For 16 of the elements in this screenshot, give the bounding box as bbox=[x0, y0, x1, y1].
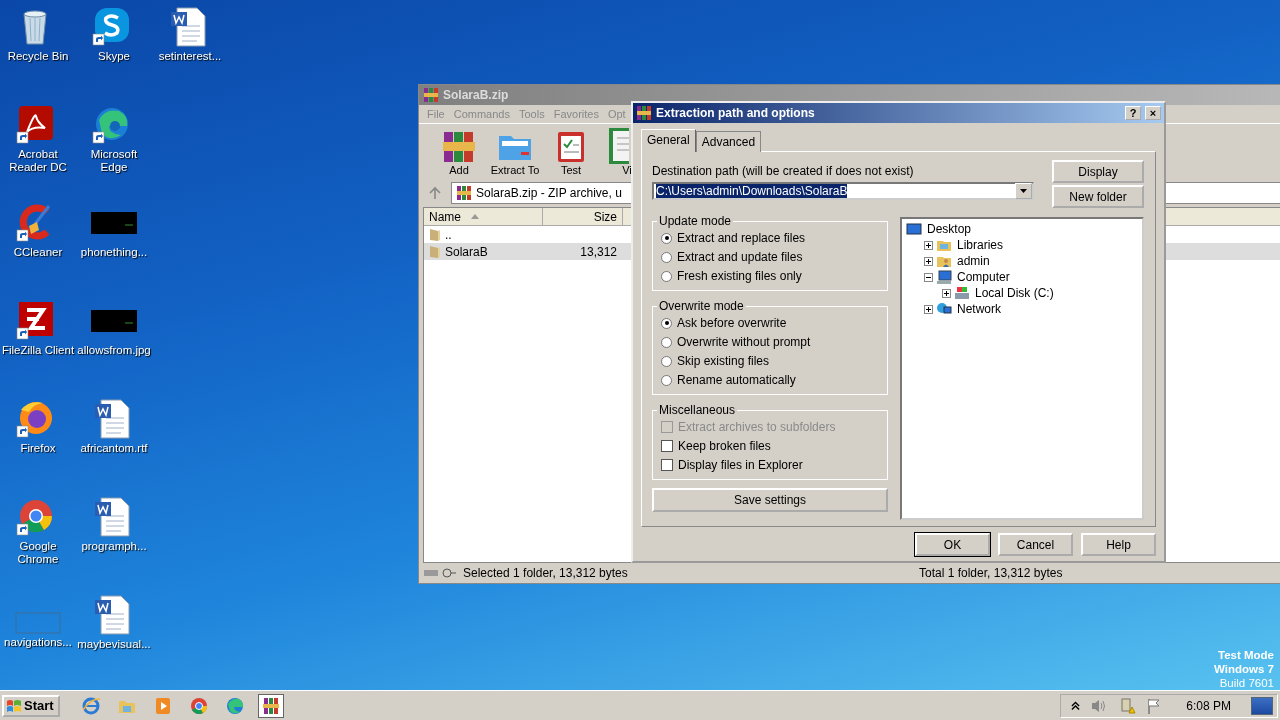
address-text: SolaraB.zip - ZIP archive, u bbox=[476, 186, 622, 200]
os-notice-text: Windows 7 bbox=[1214, 662, 1274, 676]
file-size: 13,312 bbox=[580, 244, 617, 259]
group-title: Update mode bbox=[658, 214, 733, 228]
os-notice-text: Test Mode bbox=[1218, 648, 1274, 662]
status-text: Selected 1 folder, 13,312 bytes bbox=[463, 566, 628, 580]
os-notice-text: Build 7601 bbox=[1219, 676, 1274, 690]
group-title: Miscellaneous bbox=[658, 403, 737, 417]
dialog-title: Extraction path and options bbox=[656, 106, 815, 120]
group-title: Overwrite mode bbox=[658, 299, 745, 313]
field-label: Destination path (will be created if does not exist) bbox=[652, 164, 915, 178]
clock: 6:08 PM bbox=[1186, 698, 1231, 713]
file-name: SolaraB bbox=[445, 244, 488, 259]
window-title: SolaraB.zip bbox=[443, 88, 509, 102]
file-name: .. bbox=[445, 227, 452, 242]
status-text: Total 1 folder, 13,312 bytes bbox=[919, 566, 1063, 580]
